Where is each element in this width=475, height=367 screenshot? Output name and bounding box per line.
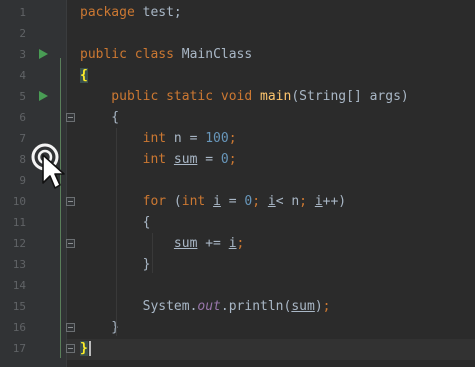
code-line[interactable]: { [80,107,119,128]
line-number: 14 [12,279,26,292]
code-token: = [220,194,245,209]
line-number: 2 [19,27,26,40]
code-token: i [314,194,323,209]
code-token: void [220,89,261,104]
code-line[interactable]: System.out.println(sum); [80,296,331,317]
code-token: ; [322,299,331,314]
code-token: ; [299,194,315,209]
text-caret [88,341,91,356]
line-number: 10 [12,195,26,208]
code-token: int [80,131,174,146]
code-line[interactable]: int n = 100; [80,128,237,149]
code-token: static [166,89,221,104]
line-number: 9 [19,174,26,187]
code-line[interactable]: public static void main(String[] args) [80,86,409,107]
line-number: 1 [19,6,26,19]
code-token: += [197,236,229,251]
code-token: } [80,320,120,335]
code-token: out [197,299,221,314]
method-fold-line [60,58,61,358]
code-token: i [228,236,237,251]
code-token: test; [142,5,182,20]
code-token: public [80,89,167,104]
indent-guide [152,233,153,273]
code-token: main [260,89,292,104]
indent-guide [116,128,117,336]
code-token: ( [173,194,182,209]
fold-end-icon[interactable] [66,239,75,248]
code-token: i [213,194,221,209]
code-token: .println( [220,299,292,314]
line-number: 5 [19,90,26,103]
fold-collapse-icon[interactable] [66,197,75,206]
line-number: 3 [19,48,26,61]
code-line[interactable]: package test; [80,2,182,23]
line-number: 12 [12,237,26,250]
line-number: 7 [19,132,26,145]
fold-collapse-icon[interactable] [66,113,75,122]
code-token: ; [228,131,237,146]
code-token: System. [80,299,198,314]
fold-end-icon[interactable] [66,323,75,332]
line-number: 17 [12,342,26,355]
code-token: 100 [205,131,229,146]
code-token: sum [173,236,198,251]
code-token: } [80,341,88,356]
code-editor[interactable]: 1 2 3 4 5 6 7 8 9 10 11 12 13 14 15 16 17 package test; p… [0,0,475,367]
code-token: ++) [322,194,347,209]
run-icon[interactable] [39,91,48,101]
code-token: ; [236,236,245,251]
code-token: sum [173,152,198,167]
line-number: 13 [12,258,26,271]
line-number: 16 [12,321,26,334]
code-token: { [80,68,88,83]
code-token: for [80,194,174,209]
code-line[interactable]: } [80,317,119,338]
code-token: MainClass [181,47,253,62]
code-token: ; [228,152,237,167]
fold-end-icon[interactable] [66,344,75,353]
code-token: ; [252,194,268,209]
code-token: sum [291,299,315,314]
line-number: 4 [19,69,26,82]
line-number: 11 [12,216,26,229]
code-line[interactable]: { [80,65,88,86]
code-line[interactable]: public class MainClass [80,44,252,65]
code-token: int [80,152,174,167]
line-number: 6 [19,111,26,124]
code-token: { [80,110,120,125]
code-token: class [134,47,182,62]
code-token: n = [173,131,206,146]
mouse-pointer-icon [31,143,65,189]
code-token: < n [275,194,300,209]
code-line[interactable]: int sum = 0; [80,149,237,170]
code-token: i [267,194,276,209]
code-token: int [181,194,214,209]
code-line[interactable]: for (int i = 0; i< n; i++) [80,191,347,212]
run-icon[interactable] [39,49,48,59]
code-token: package [80,5,143,20]
code-token: (String[] args) [291,89,409,104]
code-token: 0 [220,152,229,167]
code-line[interactable]: sum += i; [80,233,244,254]
line-number: 8 [19,153,26,166]
line-number: 15 [12,300,26,313]
code-line[interactable]: } [80,338,91,359]
code-token: = [197,152,221,167]
code-token: public [80,47,135,62]
code-token: ) [314,299,323,314]
